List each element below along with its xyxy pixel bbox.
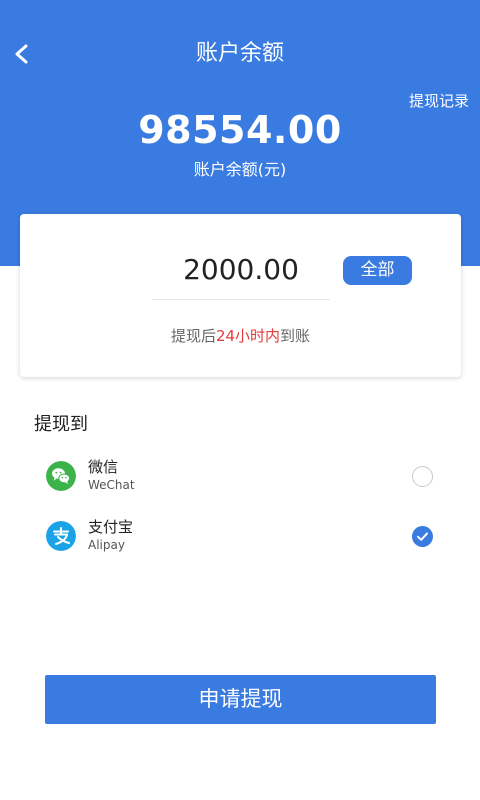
alipay-icon [46,521,76,551]
all-button[interactable]: 全部 [343,256,412,285]
method-name: 微信 [88,458,119,476]
method-name: 支付宝 [88,518,134,536]
method-sub: WeChat [88,478,135,492]
hint-prefix: 提现后 [170,327,216,345]
withdraw-card: 2000.00 全部 提现后24小时内到账 [20,214,461,377]
method-sub: Alipay [88,538,125,552]
amount-input[interactable]: 2000.00 [152,250,330,300]
hint-highlight: 24小时内 [215,327,281,345]
wechat-icon [46,461,76,491]
radio-checked[interactable] [412,526,433,547]
withdraw-to-title: 提现到 [34,414,88,435]
balance-amount: 98554.00 [138,108,342,152]
checkmark-icon [417,532,428,541]
method-alipay[interactable]: 支付宝 Alipay [0,511,480,561]
hint-suffix: 到账 [280,327,311,345]
method-wechat[interactable]: 微信 WeChat [0,451,480,501]
radio-unchecked[interactable] [412,466,433,487]
balance-label: 账户余额(元) [193,160,287,179]
submit-withdraw-button[interactable]: 申请提现 [45,675,436,724]
page-title: 账户余额 [195,41,284,66]
arrival-hint: 提现后24小时内到账 [20,325,461,347]
